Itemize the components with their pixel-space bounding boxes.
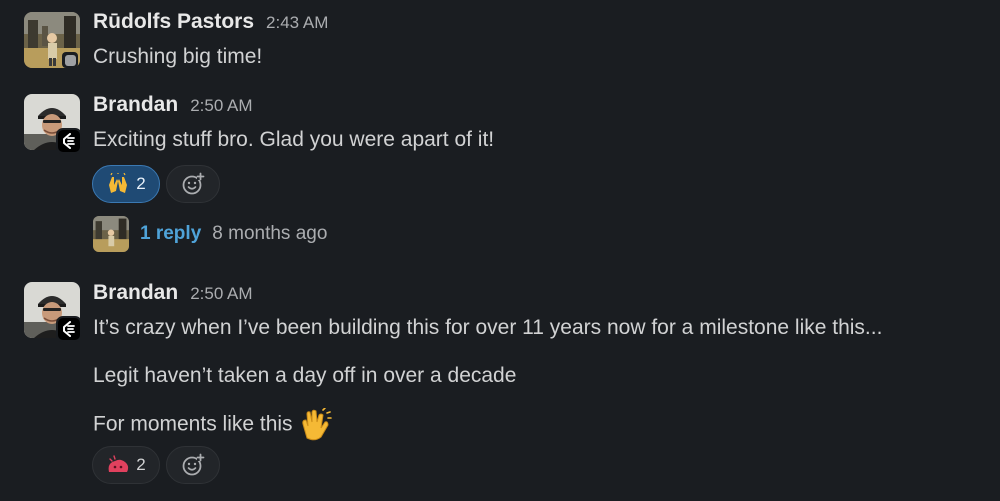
reaction-count: 2 <box>136 174 146 193</box>
reaction-raising-hands[interactable]: 2 <box>92 165 160 203</box>
message-text: For moments like this <box>93 412 293 436</box>
timestamp[interactable]: 2:50 AM <box>190 96 252 116</box>
reaction-count: 2 <box>136 455 146 474</box>
add-reaction-button[interactable] <box>166 446 220 484</box>
presence-status-icon <box>62 52 78 68</box>
message-text: Legit haven’t taken a day off in over a … <box>93 364 517 387</box>
author-name[interactable]: Brandan <box>93 93 178 117</box>
message-text: Exciting stuff bro. Glad you were apart … <box>93 128 495 151</box>
message-header: Rūdolfs Pastors 2:43 AM <box>93 10 328 34</box>
add-emoji-icon <box>182 453 205 476</box>
timestamp[interactable]: 2:43 AM <box>266 13 328 33</box>
clapping-hands-emoji-icon <box>301 408 332 441</box>
pink-blob-emoji-icon <box>108 455 129 472</box>
last-reply-time: 8 months ago <box>212 223 328 244</box>
thread-participant-avatar <box>93 216 129 252</box>
add-emoji-icon <box>182 172 205 195</box>
workspace-logo-icon <box>56 128 82 154</box>
author-name[interactable]: Rūdolfs Pastors <box>93 10 254 34</box>
message-text-with-emoji: For moments like this <box>93 408 333 442</box>
raising-hands-emoji-icon <box>109 173 128 193</box>
message-text: Crushing big time! <box>93 45 263 68</box>
thread-summary[interactable]: 1 reply 8 months ago <box>93 216 327 252</box>
reaction-pink-blob[interactable]: 2 <box>92 446 160 484</box>
message-text: It’s crazy when I’ve been building this … <box>93 316 883 339</box>
message-header: Brandan 2:50 AM <box>93 281 253 305</box>
author-name[interactable]: Brandan <box>93 281 178 305</box>
workspace-logo-icon <box>56 316 82 342</box>
reply-count-link[interactable]: 1 reply <box>140 223 201 245</box>
timestamp[interactable]: 2:50 AM <box>190 284 252 304</box>
message-header: Brandan 2:50 AM <box>93 93 253 117</box>
add-reaction-button[interactable] <box>166 165 220 203</box>
